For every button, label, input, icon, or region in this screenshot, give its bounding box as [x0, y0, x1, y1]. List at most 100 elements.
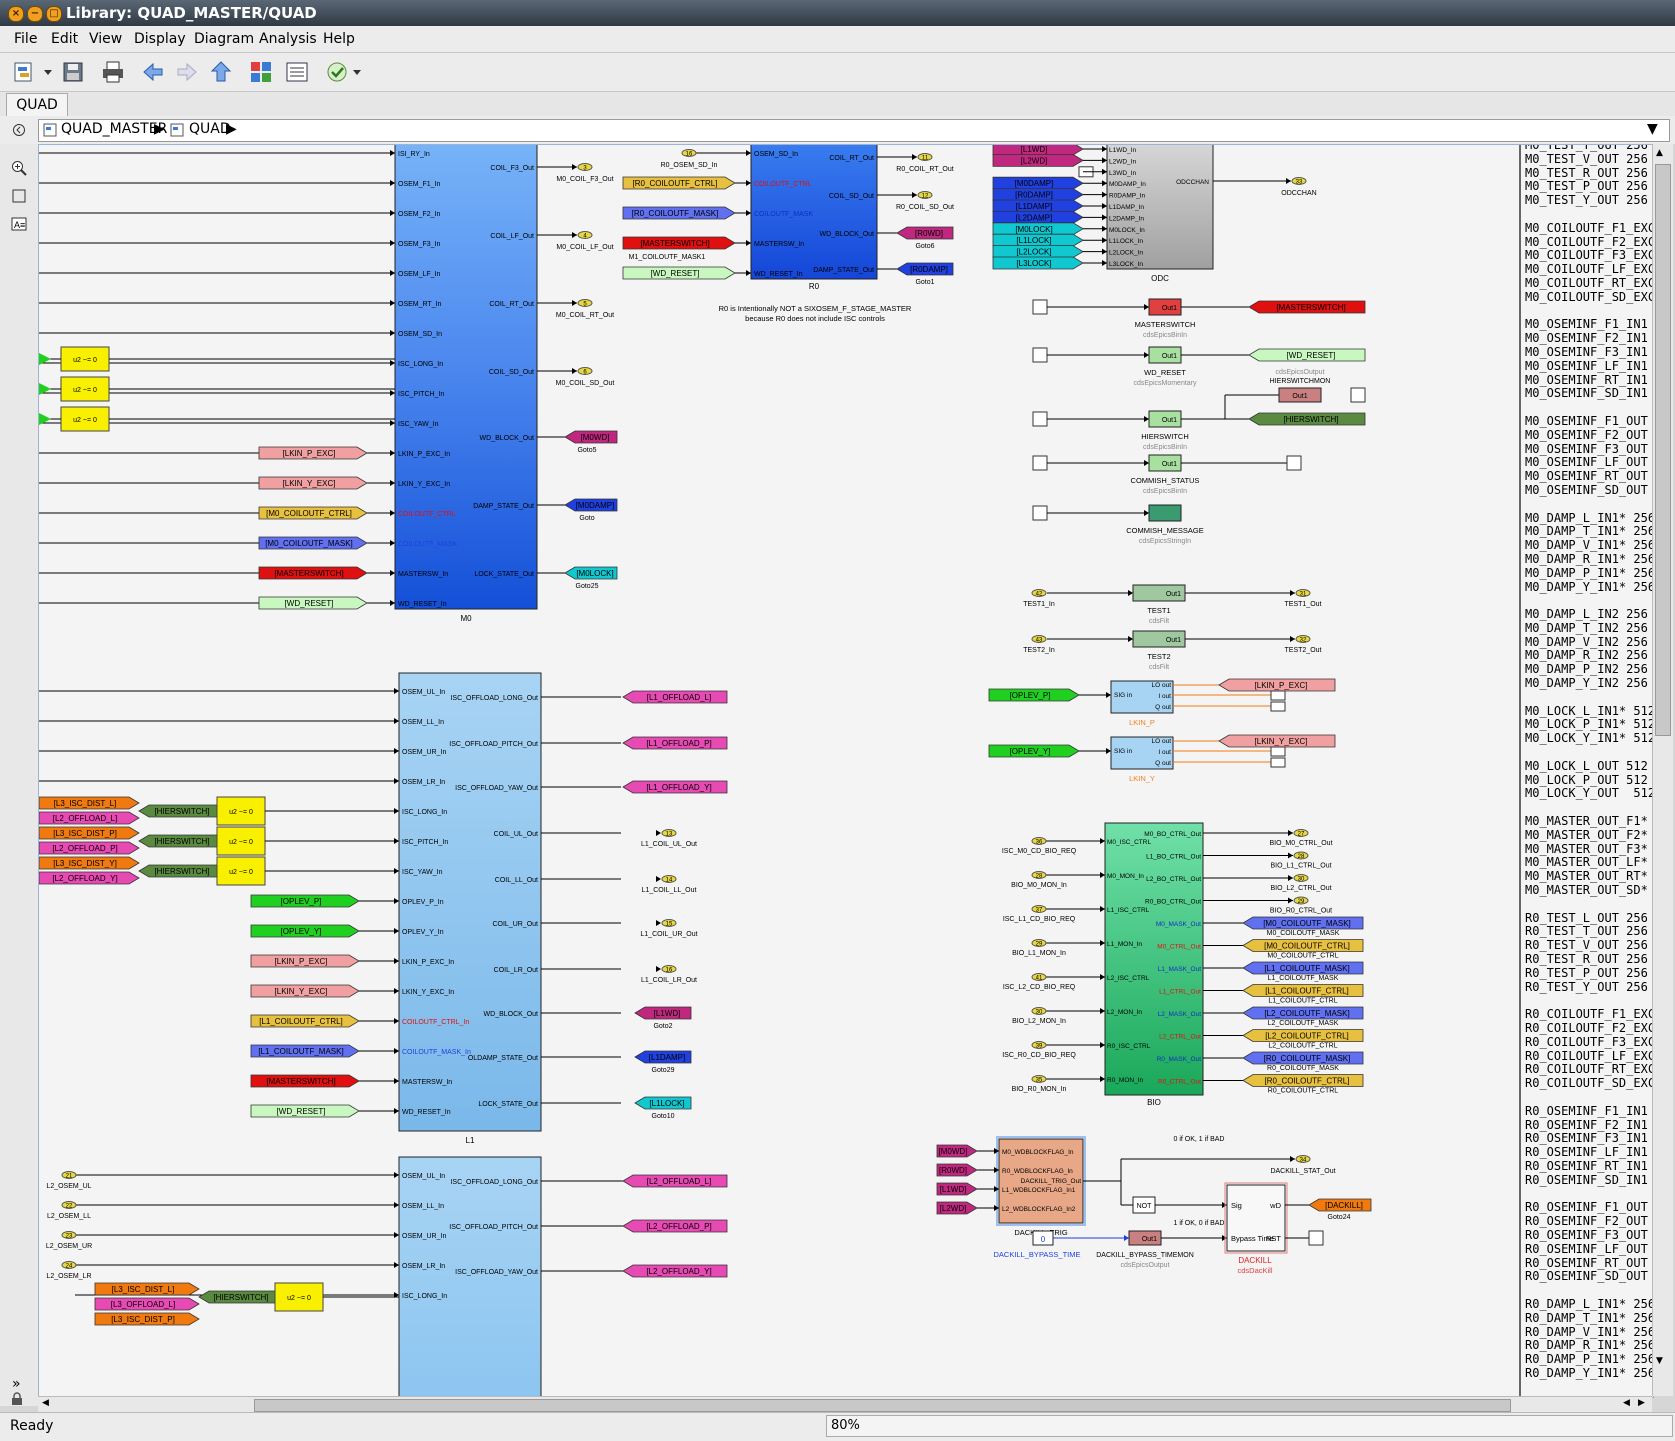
signal-list-item: M0_DAMP_T_IN1* 256 — [1525, 524, 1653, 539]
epics-out-label: Out1 — [1162, 353, 1177, 360]
from-tag-label: [M0DAMP] — [1015, 179, 1054, 188]
signal-list-item: M0_OSEMINF_F3_IN1 2 — [1525, 344, 1653, 359]
filter-type: cdsFilt — [1149, 664, 1169, 671]
port-number: 32 — [1300, 638, 1307, 644]
m0-input-label: OSEM_F1_In — [398, 181, 441, 188]
menu-help[interactable]: Help — [323, 31, 355, 47]
signal-list-item: R0_OSEMINF_F1_OUT — [1525, 1200, 1648, 1215]
l2-block[interactable] — [398, 1156, 542, 1397]
l1-output-label: COIL_LL_Out — [495, 877, 538, 884]
signal-list-item: M0_DAMP_R_IN1* 256 — [1525, 551, 1653, 566]
vertical-scrollbar[interactable]: ▲ ▼ — [1652, 144, 1673, 1396]
new-model-icon[interactable] — [12, 59, 56, 85]
scroll-left-icon[interactable]: ◀ — [1623, 1398, 1630, 1408]
chevron-down-icon[interactable]: ▼ — [1647, 121, 1658, 137]
port-number: 11 — [922, 156, 929, 162]
zoom-icon[interactable] — [11, 160, 27, 176]
menu-diagram[interactable]: Diagram — [194, 31, 254, 47]
arrow-head — [1144, 460, 1149, 466]
epics-type: cdsEpicsBinIn — [1143, 444, 1187, 451]
up-icon[interactable] — [208, 59, 234, 85]
from-tag-label: [LKIN_Y_EXC] — [283, 479, 336, 488]
forward-icon[interactable] — [174, 59, 200, 85]
library-browser-icon[interactable] — [248, 59, 274, 85]
m0-input-label: OSEM_SD_In — [398, 331, 442, 338]
annotation-icon[interactable]: A≡ — [11, 216, 27, 232]
model-explorer-icon[interactable] — [284, 59, 310, 85]
goto-tag-label: [R0WD] — [915, 229, 943, 238]
from-tag-label: [L3_ISC_DIST_P] — [111, 1315, 175, 1324]
bio-out-port-label: BIO_M0_CTRL_Out — [1269, 840, 1332, 847]
goto-tag-label: [L2_OFFLOAD_L] — [647, 1177, 711, 1186]
filter-out-label: TEST1_Out — [1285, 601, 1322, 608]
menu-file[interactable]: File — [14, 31, 37, 47]
tab-quad[interactable]: QUAD — [6, 93, 68, 116]
filter-name: TEST2 — [1147, 652, 1170, 661]
breadcrumb-quad-master[interactable]: QUAD_MASTER — [61, 121, 167, 137]
l1-input-label: OPLEV_P_In — [402, 899, 444, 906]
horizontal-scroll-thumb[interactable] — [254, 1399, 1511, 1412]
bio-block[interactable] — [1104, 822, 1204, 1096]
bio-input-label: L1_ISC_CTRL — [1107, 907, 1150, 914]
minimize-icon[interactable]: − — [27, 6, 43, 22]
menu-analysis[interactable]: Analysis — [259, 31, 317, 47]
epics-block[interactable] — [1148, 504, 1182, 522]
diagram-canvas[interactable]: ISI_RY_In OSEM_F1_In OSEM_F2_In OSEM_F3_In O… — [38, 144, 1654, 1398]
lkin-port: Q out — [1155, 704, 1171, 711]
l2-output-label: ISC_OFFLOAD_LONG_Out — [450, 1179, 538, 1186]
menu-view[interactable]: View — [89, 31, 122, 47]
maximize-icon[interactable]: □ — [46, 6, 62, 22]
odc-input-label: M0DAMP_In — [1109, 181, 1146, 188]
signal-list-item: M0_COILOUTF_F2_EXC — [1525, 234, 1653, 249]
horizontal-scrollbar[interactable]: ◀ ◀ ▶ — [38, 1396, 1652, 1413]
m0-input-label: ISC_YAW_In — [398, 421, 439, 428]
bio-input-label: L2_MON_In — [1107, 1009, 1142, 1016]
scroll-down-icon[interactable]: ▼ — [1656, 1356, 1663, 1366]
back-icon[interactable] — [140, 59, 166, 85]
scroll-left-icon[interactable]: ◀ — [42, 1398, 49, 1408]
dackill-goto-label: Goto24 — [1328, 1214, 1351, 1221]
epics-type: cdsEpicsBinIn — [1143, 488, 1187, 495]
signal-list-item: M0_DAMP_Y_IN1* 256 — [1525, 579, 1653, 594]
signal-list-item: R0_OSEMINF_F3_IN1 2 — [1525, 1131, 1653, 1146]
arrow-head — [390, 150, 395, 156]
r0-in-port-label: R0_OSEM_SD_In — [661, 162, 718, 169]
l1-input-label: MASTERSW_In — [402, 1079, 452, 1086]
close-icon[interactable]: × — [8, 6, 24, 22]
bio-goto-label: R0_COILOUTF_CTRL — [1268, 1088, 1339, 1095]
menu-edit[interactable]: Edit — [51, 31, 78, 47]
from-tag-label: [R0DAMP] — [1015, 191, 1053, 200]
epics-source-icon — [1032, 411, 1048, 427]
model-icon — [43, 123, 57, 137]
l1-input-label: OSEM_UL_In — [402, 689, 445, 696]
signal-list-item: M0_TEST_V_OUT 256 — [1525, 151, 1648, 166]
print-icon[interactable] — [100, 59, 126, 85]
vertical-scroll-thumb[interactable] — [1655, 164, 1671, 736]
fit-to-view-icon[interactable] — [11, 188, 27, 204]
save-icon[interactable] — [60, 59, 86, 85]
chevron-right-icon: ▶ — [226, 121, 237, 137]
odc-input-label: R0DAMP_In — [1109, 193, 1146, 200]
l1-input-label: ISC_LONG_In — [402, 809, 447, 816]
terminator — [1270, 701, 1286, 712]
breadcrumb-quad[interactable]: QUAD — [189, 121, 231, 137]
hide-browser-icon[interactable] — [12, 123, 26, 137]
goto-tag-label: [HIERSWITCH] — [154, 867, 209, 876]
signal-list-item: M0_DAMP_P_IN1* 256 — [1525, 565, 1653, 580]
odc-name: ODC — [1151, 274, 1169, 283]
check-icon[interactable] — [324, 59, 364, 85]
arrow-head — [1288, 875, 1293, 881]
goto-tag-label: [R0DAMP] — [910, 265, 948, 274]
menu-display[interactable]: Display — [134, 31, 186, 47]
port-number: 28 — [1036, 874, 1043, 880]
scroll-up-icon[interactable]: ▲ — [1656, 148, 1663, 158]
signal-list-item: R0_TEST_V_OUT 256 — [1525, 938, 1648, 953]
odc-output-label: ODCCHAN — [1176, 179, 1209, 186]
expand-icon[interactable]: » — [12, 1376, 21, 1392]
scroll-right-icon[interactable]: ▶ — [1638, 1398, 1645, 1408]
breadcrumb: QUAD_MASTER ▶ QUAD ▶ ▼ — [38, 119, 1670, 142]
block-diagram[interactable]: ISI_RY_In OSEM_F1_In OSEM_F2_In OSEM_F3_In O… — [39, 145, 1653, 1397]
arrow-head — [390, 330, 395, 336]
svg-text:A≡: A≡ — [14, 220, 25, 230]
epics-name: MASTERSWITCH — [1135, 320, 1196, 329]
